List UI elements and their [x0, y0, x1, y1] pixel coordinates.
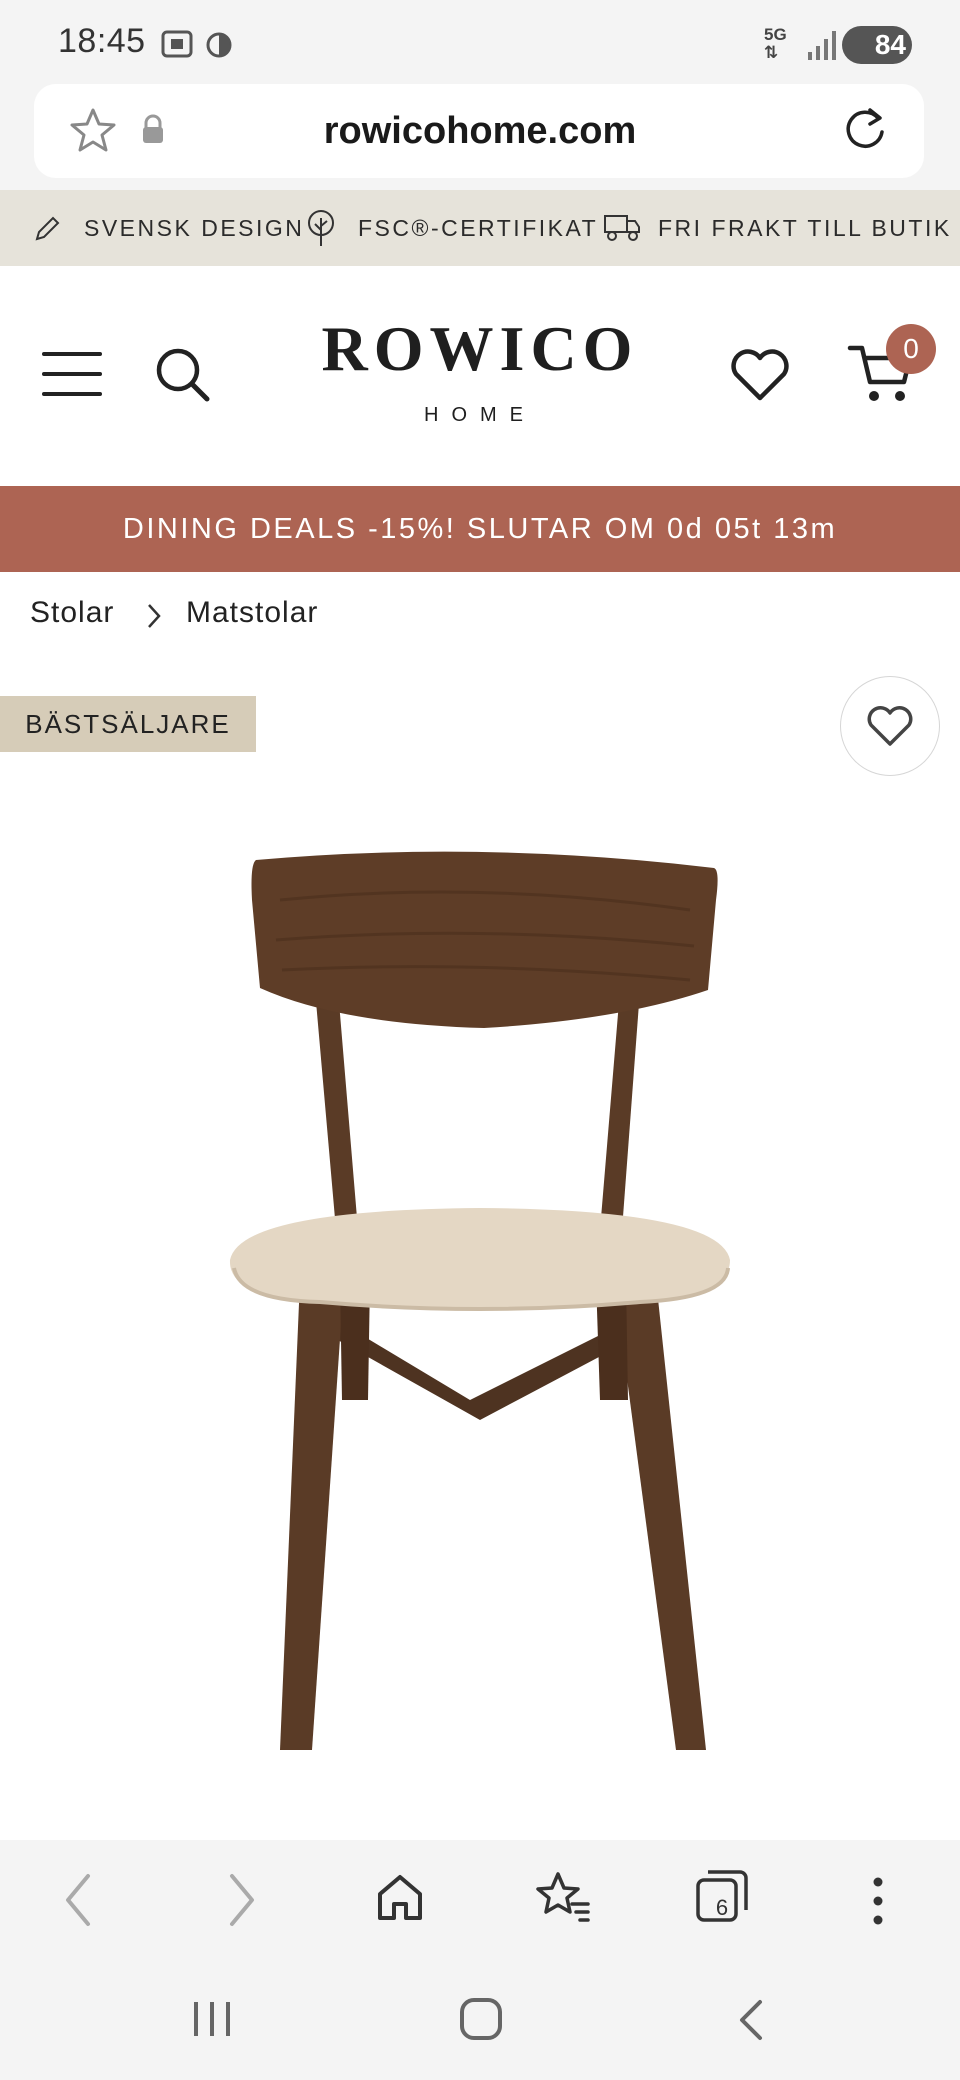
battery-level: 84 — [874, 29, 906, 60]
data-saver-icon — [206, 32, 232, 58]
url-text[interactable]: rowicohome.com — [0, 84, 960, 178]
bookmarks-icon[interactable] — [534, 1870, 590, 1926]
status-time: 18:45 — [58, 22, 146, 60]
signal-icon — [808, 31, 836, 60]
product-image-chair[interactable] — [220, 840, 740, 1770]
home-icon[interactable] — [374, 1872, 426, 1924]
recents-icon[interactable] — [190, 1998, 236, 2040]
heart-outline-icon — [867, 706, 913, 746]
heart-icon[interactable] — [728, 346, 792, 404]
browser-bottom-bar — [0, 1840, 960, 1962]
usp-bar: SVENSK DESIGN FSC®-CERTIFIKAT FRI FRAKT … — [0, 190, 960, 266]
status-bar: 18:45 5G ⇅ 84 — [0, 0, 960, 86]
forward-icon[interactable] — [222, 1872, 262, 1928]
reload-icon[interactable] — [840, 104, 890, 154]
wishlist-button[interactable] — [840, 676, 940, 776]
truck-icon — [604, 215, 640, 241]
breadcrumb-item-stolar[interactable]: Stolar — [30, 596, 114, 630]
breadcrumb-item-matstolar[interactable]: Matstolar — [186, 596, 318, 630]
system-navigation-bar — [0, 1962, 960, 2080]
system-home-icon[interactable] — [458, 1996, 504, 2042]
logo[interactable]: ROWICO — [0, 312, 960, 386]
usp-item-shipping: FRI FRAKT TILL BUTIK — [658, 215, 952, 241]
logo-subtitle: HOME — [424, 404, 536, 426]
url-wrapper: rowicohome.com — [0, 84, 960, 178]
more-icon[interactable] — [866, 1874, 890, 1928]
battery-indicator: 84 — [842, 26, 912, 64]
promo-banner[interactable]: DINING DEALS -15%! SLUTAR OM 0d 05t 13m — [0, 486, 960, 572]
system-back-icon[interactable] — [736, 1998, 766, 2042]
network-type: 5G ⇅ — [764, 25, 787, 62]
back-icon[interactable] — [58, 1872, 98, 1928]
bestseller-badge: BÄSTSÄLJARE — [0, 696, 256, 752]
usp-item-design: SVENSK DESIGN — [84, 215, 305, 241]
tree-icon — [308, 210, 334, 246]
chevron-right-icon — [148, 604, 161, 628]
pencil-icon — [35, 216, 60, 241]
cart-count-badge[interactable]: 0 — [886, 324, 936, 374]
screenshot-icon — [161, 30, 193, 58]
tab-count[interactable]: 6 — [700, 1886, 744, 1930]
usp-item-fsc: FSC®-CERTIFIKAT — [358, 215, 599, 241]
